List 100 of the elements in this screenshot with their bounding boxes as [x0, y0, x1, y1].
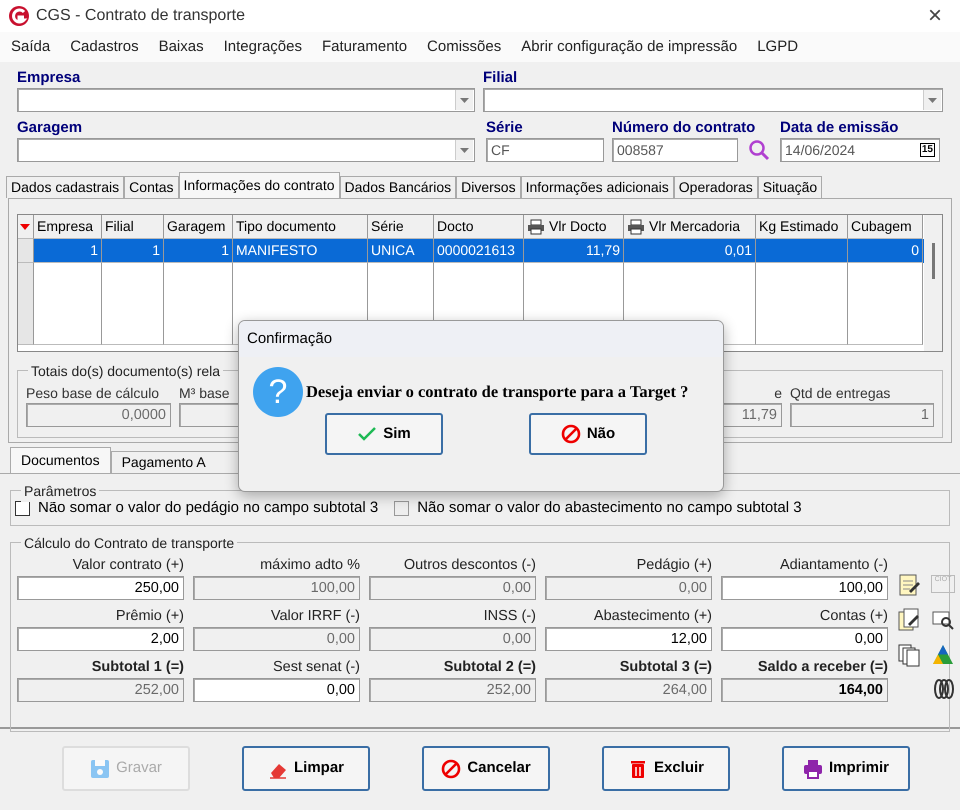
menu-item[interactable]: Baixas	[158, 36, 204, 58]
garage-dropdown[interactable]	[17, 138, 475, 162]
table-cell: 1	[152, 242, 160, 258]
field-label: Sest senat (-)	[272, 658, 360, 677]
company-dropdown[interactable]	[17, 88, 475, 112]
menu-item[interactable]: Abrir configuração de impressão	[521, 36, 738, 58]
column-header[interactable]: Tipo documento	[233, 215, 368, 239]
column-header[interactable]: Cubagem	[848, 215, 923, 239]
readonly-field: 0,00	[369, 576, 536, 600]
field-label: Prêmio (+)	[114, 607, 184, 626]
table-cell: 0,01	[724, 242, 752, 258]
field-label: Abastecimento (+)	[592, 607, 712, 626]
field-label: Filial	[483, 68, 518, 88]
menu-item[interactable]: Comissões	[427, 36, 502, 58]
dialog-message: Deseja enviar o contrato de transporte para a Target ?	[306, 380, 688, 403]
tab[interactable]: Diversos	[456, 176, 521, 198]
column-header[interactable]: Filial	[102, 215, 164, 239]
field-label: Valor contrato (+)	[72, 556, 184, 575]
checkbox-label: Não somar o valor do abastecimento no campo subtotal 3	[417, 498, 802, 518]
field-label: Garagem	[17, 118, 84, 138]
menu-item[interactable]: Faturamento	[322, 36, 408, 58]
input-field[interactable]: 250,00	[17, 576, 184, 600]
tab[interactable]: Informações do contrato	[178, 172, 340, 198]
series-field[interactable]: CF	[486, 138, 604, 162]
readonly-field: 0,00	[193, 627, 360, 651]
printer-icon	[802, 758, 823, 778]
field-label: Data de emissão	[780, 118, 900, 138]
readonly-field: 100,00	[193, 576, 360, 600]
readonly-field: 0,00	[369, 627, 536, 651]
tab[interactable]: Dados cadastrais	[6, 176, 124, 198]
tab[interactable]: Situação	[758, 176, 822, 198]
question-icon: ?	[253, 367, 303, 417]
readonly-field: 0,0000	[26, 403, 171, 427]
copy-documents-icon[interactable]	[897, 642, 921, 666]
printer-icon	[627, 218, 645, 234]
tab[interactable]: Operadoras	[674, 176, 758, 198]
field-label: Subtotal 1 (=)	[90, 658, 184, 677]
menu-item[interactable]: LGPD	[757, 36, 798, 58]
date-value: 14/06/2024	[785, 141, 856, 160]
column-header[interactable]: Docto	[434, 215, 524, 239]
field-label: Série	[486, 118, 524, 138]
table-cell: 1	[90, 242, 98, 258]
table-cell: 11,79	[586, 242, 620, 258]
readonly-field: 1	[790, 403, 934, 427]
column-label: Vlr Mercadoria	[649, 217, 740, 236]
no-button[interactable]: Não	[529, 413, 647, 455]
close-button[interactable]: ×	[918, 4, 952, 28]
delete-button[interactable]: Excluir	[602, 746, 730, 791]
field-label: INSS (-)	[482, 607, 536, 626]
tab[interactable]: Dados Bancários	[340, 176, 456, 198]
readonly-field: 252,00	[17, 678, 184, 702]
search-icon[interactable]	[748, 139, 770, 161]
contract-number-field[interactable]: 008587	[612, 138, 738, 162]
triangle-logo-icon[interactable]	[931, 642, 955, 666]
field-label: máximo adto %	[259, 556, 360, 575]
cancel-button[interactable]: Cancelar	[422, 746, 550, 791]
field-label: M³ base	[179, 385, 230, 401]
clear-button[interactable]: Limpar	[242, 746, 370, 791]
yes-button[interactable]: Sim	[325, 413, 443, 455]
field-label: Qtd de entregas	[790, 385, 890, 401]
column-header[interactable]: Empresa	[34, 215, 102, 239]
input-field[interactable]: 12,00	[545, 627, 712, 651]
field-label: e	[774, 385, 782, 401]
document-edit-icon[interactable]	[897, 608, 921, 632]
printer-icon	[527, 218, 545, 234]
table-cell: 0000021613	[437, 242, 515, 258]
table-cell: MANIFESTO	[236, 242, 318, 258]
table-cell: UNICA	[371, 242, 415, 258]
table-cell: 1	[221, 242, 229, 258]
field-label: Pedágio (+)	[636, 556, 712, 575]
field-label: Subtotal 3 (=)	[618, 658, 712, 677]
calendar-button[interactable]: 15	[920, 143, 935, 157]
field-label: Outros descontos (-)	[402, 556, 536, 575]
tab[interactable]: Informações adicionais	[520, 176, 674, 198]
dropdown-arrow-icon	[928, 98, 937, 102]
sort-arrow-icon	[20, 224, 30, 230]
input-field[interactable]: 0,00	[721, 627, 888, 651]
checkbox[interactable]	[15, 500, 30, 516]
branch-dropdown[interactable]	[483, 88, 943, 112]
menu-item[interactable]: Cadastros	[70, 36, 139, 58]
document-edit-icon[interactable]	[897, 573, 921, 597]
menu-item[interactable]: Integrações	[224, 36, 302, 58]
print-button[interactable]: Imprimir	[782, 746, 910, 791]
tab[interactable]: Contas	[124, 176, 179, 198]
column-header[interactable]: Série	[368, 215, 434, 239]
column-header[interactable]: Garagem	[164, 215, 233, 239]
coil-icon[interactable]	[931, 677, 955, 702]
field-label: Empresa	[17, 68, 82, 88]
field-label: Contas (+)	[818, 607, 888, 626]
date-field[interactable]: 14/06/2024 15	[780, 138, 940, 162]
column-header[interactable]: Kg Estimado	[756, 215, 848, 239]
table-row[interactable]: 1 1 1 MANIFESTO UNICA 0000021613 11,79 0,01 0	[18, 239, 924, 263]
scrollbar-thumb[interactable]	[932, 243, 934, 279]
field-label: Valor IRRF (-)	[270, 607, 360, 626]
tab[interactable]: Documentos	[10, 447, 111, 473]
input-field[interactable]: 100,00	[721, 576, 888, 600]
input-field[interactable]: 0,00	[193, 678, 360, 702]
input-field[interactable]: 2,00	[17, 627, 184, 651]
readonly-field: 264,00	[545, 678, 712, 702]
menu-item[interactable]: Saída	[11, 36, 50, 58]
